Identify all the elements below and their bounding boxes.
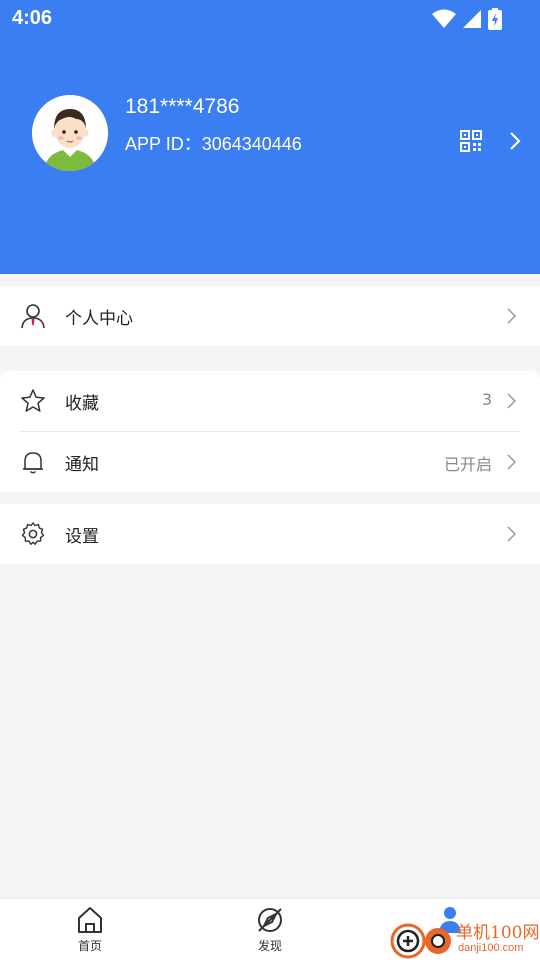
menu-item-label: 通知 (65, 455, 99, 475)
chevron-right-icon[interactable] (508, 131, 522, 151)
avatar-illustration-icon (32, 95, 108, 171)
favorites-notifications-card: 收藏 3 通知 已开启 (0, 371, 540, 492)
settings-card: 设置 (0, 504, 540, 564)
battery-icon (488, 8, 502, 30)
home-icon (78, 907, 102, 933)
signal-icon (463, 10, 481, 28)
menu-item-personal-center[interactable]: 个人中心 (0, 286, 540, 346)
chevron-right-icon (507, 526, 517, 542)
menu-item-label: 设置 (65, 527, 99, 547)
personal-center-card: 个人中心 (0, 286, 540, 346)
profile-header: 4:06 181****4786 APP ID：3064340446 (0, 0, 540, 274)
chevron-right-icon (507, 454, 517, 470)
nav-home[interactable]: 首页 (60, 905, 120, 957)
nav-label: 发现 (257, 939, 282, 953)
profile-phone[interactable]: 181****4786 (125, 95, 239, 119)
nav-label: 首页 (77, 939, 102, 953)
status-bar: 4:06 (0, 0, 540, 38)
menu-item-favorites[interactable]: 收藏 3 (0, 371, 540, 431)
status-time: 4:06 (12, 7, 53, 29)
profile-app-id: APP ID：3064340446 (125, 130, 302, 156)
menu-item-notifications[interactable]: 通知 已开启 (0, 432, 540, 492)
status-icons (432, 8, 502, 30)
menu-item-label: 收藏 (65, 394, 99, 414)
notifications-status: 已开启 (443, 455, 492, 474)
watermark-subtext: danji100.com (458, 942, 524, 954)
qr-code-icon[interactable] (460, 130, 482, 152)
bell-icon (23, 452, 43, 474)
favorites-count: 3 (481, 390, 492, 409)
menu-item-label: 个人中心 (65, 309, 133, 329)
gear-icon (21, 522, 45, 545)
compass-icon (258, 908, 282, 932)
menu-item-settings[interactable]: 设置 (0, 504, 540, 564)
chevron-right-icon (507, 308, 517, 324)
nav-discover[interactable]: 发现 (240, 905, 300, 957)
watermark-text: 单机100网 (456, 923, 540, 943)
star-icon (21, 389, 45, 412)
wifi-icon (432, 9, 456, 28)
chevron-right-icon (507, 393, 517, 409)
person-icon (21, 304, 45, 329)
app-id-label: APP ID： (125, 134, 202, 154)
app-id-value: 3064340446 (201, 134, 302, 154)
avatar[interactable] (32, 95, 108, 171)
